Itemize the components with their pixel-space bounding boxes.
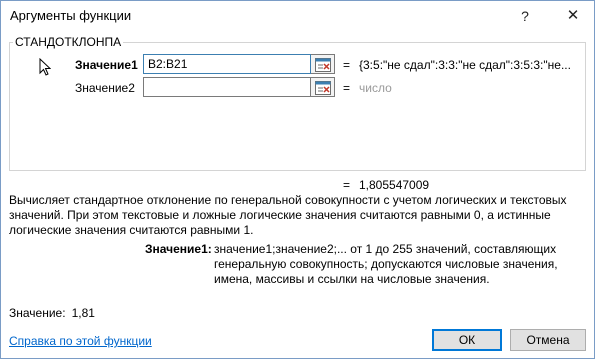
close-button[interactable]: ✕ — [557, 3, 589, 29]
argument1-equals: = — [343, 58, 351, 72]
formula-result-value: 1,805547009 — [359, 178, 430, 192]
function-description: Вычисляет стандартное отклонение по гене… — [9, 193, 567, 237]
collapse-dialog-icon — [315, 58, 331, 72]
ok-button[interactable]: ОК — [432, 329, 502, 351]
mouse-pointer-icon — [39, 57, 52, 79]
argument2-equals: = — [343, 81, 351, 95]
dialog-title: Аргументы функции — [10, 8, 132, 23]
function-arguments-dialog: Аргументы функции ? ✕ СТАНДОТКЛОНПА Знач… — [0, 0, 595, 359]
argument2-preview: число — [359, 81, 392, 95]
parameter-description: значение1;значение2;... от 1 до 255 знач… — [214, 242, 558, 286]
value-row: Значение: 1,81 — [9, 306, 95, 320]
value-result: 1,81 — [71, 306, 95, 320]
argument1-preview: {3:5:"не сдал":3:3:"не сдал":3:5:3:"не..… — [359, 58, 571, 72]
argument1-input[interactable] — [143, 54, 311, 74]
argument1-label: Значение1 — [75, 58, 138, 72]
parameter-name: Значение1: — [145, 242, 212, 256]
result-equals: = — [343, 178, 351, 192]
title-bar: Аргументы функции ? ✕ — [1, 1, 594, 31]
function-name: СТАНДОТКЛОНПА — [13, 35, 124, 49]
help-button[interactable]: ? — [511, 3, 539, 29]
argument2-label: Значение2 — [75, 81, 135, 95]
argument2-input[interactable] — [143, 77, 311, 97]
collapse-dialog-icon — [315, 81, 331, 95]
value-label: Значение: — [9, 306, 66, 320]
argument1-collapse-button[interactable] — [311, 54, 335, 74]
function-help-link[interactable]: Справка по этой функции — [9, 334, 152, 348]
argument2-collapse-button[interactable] — [311, 77, 335, 97]
cancel-button[interactable]: Отмена — [510, 329, 586, 351]
